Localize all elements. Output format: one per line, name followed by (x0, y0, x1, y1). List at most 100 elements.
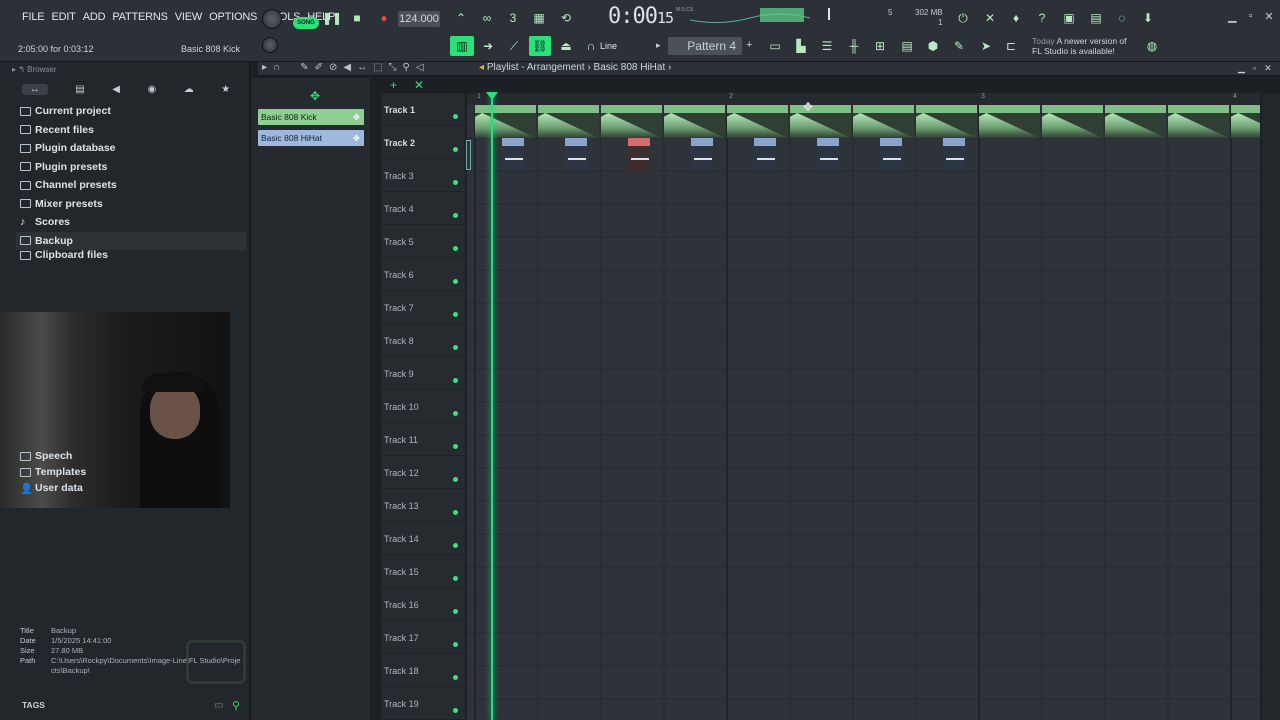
track-header[interactable]: Track 8 (381, 324, 465, 357)
paint-tool-icon[interactable]: ✐ (315, 62, 323, 73)
track-header-add-icon[interactable]: + (390, 78, 397, 92)
playlist-minimize-icon[interactable]: ▁ (1238, 63, 1245, 74)
tab-project-icon[interactable]: ▤ (75, 84, 84, 95)
tempo-display[interactable]: 124.000 (398, 11, 440, 27)
track-header[interactable]: Track 13 (381, 489, 465, 522)
stamp-icon[interactable]: ⏏ (555, 36, 577, 56)
track-header[interactable]: Track 16 (381, 588, 465, 621)
browser-item-scores[interactable]: ♪ Scores (20, 213, 246, 232)
kick-clip[interactable]: Basic...Kick (1042, 105, 1103, 138)
kick-clip[interactable]: Basic...Kick (727, 105, 788, 138)
tab-current-icon[interactable]: ◀ (112, 84, 120, 95)
track-mute-led[interactable] (453, 114, 458, 119)
track-header[interactable]: Track 2 (381, 126, 465, 159)
kick-clip[interactable]: Basic...Kick (601, 105, 662, 138)
browser-item-templates[interactable]: Templates (20, 464, 86, 480)
master-pitch-knob[interactable] (262, 37, 278, 53)
magnet-snap-icon[interactable]: ∩ (273, 62, 280, 73)
mixer-icon[interactable]: ╫ (843, 36, 865, 56)
tab-all-icon[interactable]: ↔ (21, 83, 48, 95)
menu-view[interactable]: VIEW (175, 11, 203, 23)
tab-favorites-icon[interactable]: ★ (221, 84, 230, 95)
chat-icon[interactable]: ◌ (1111, 8, 1133, 28)
folder-small-icon[interactable]: ▭ (214, 700, 223, 711)
link-icon[interactable]: ⛓ (529, 36, 551, 56)
track-mute-led[interactable] (453, 576, 458, 581)
track-mute-led[interactable] (453, 642, 458, 647)
browser-item-plugin-presets[interactable]: Plugin presets (20, 158, 246, 177)
kick-clip[interactable]: Basic...Kick (853, 105, 914, 138)
playlist-maximize-icon[interactable]: ▫ (1253, 63, 1256, 74)
arrow-right-icon[interactable]: ➜ (477, 36, 499, 56)
track-mute-led[interactable] (453, 279, 458, 284)
pattern-item-hihat[interactable]: Basic 808 HiHat ✥ (258, 130, 364, 146)
track-header[interactable]: Track 12 (381, 456, 465, 489)
playlist-close-icon[interactable]: ✕ (1264, 63, 1272, 74)
piano-roll-icon[interactable]: ▙ (790, 36, 812, 56)
track-header-remove-icon[interactable]: ✕ (414, 78, 424, 92)
record-icon[interactable]: ● (373, 8, 395, 28)
menu-patterns[interactable]: PATTERNS (112, 11, 168, 23)
kick-clip[interactable]: Basic...Kick (1231, 105, 1260, 138)
track-mute-led[interactable] (453, 312, 458, 317)
track-header[interactable]: Track 6 (381, 258, 465, 291)
playlist-menu-arrow-icon[interactable]: ▸ (262, 62, 267, 73)
track-mute-led[interactable] (453, 147, 458, 152)
song-time-display[interactable]: 0:0015 (608, 4, 674, 29)
tempo-tapper-icon[interactable]: ➤ (975, 36, 997, 56)
snap-slide-icon[interactable]: ⟋ (503, 36, 525, 56)
select-tool-icon[interactable]: ⬚ (373, 62, 382, 73)
tools-icon[interactable]: ✕ (979, 8, 1001, 28)
draw-tool-icon[interactable]: ✎ (300, 62, 308, 73)
track-header[interactable]: Track 15 (381, 555, 465, 588)
slip-tool-icon[interactable]: ↔ (357, 62, 367, 73)
master-volume-knob[interactable] (262, 9, 282, 29)
menu-file[interactable]: FILE (22, 11, 45, 23)
hihat-clip[interactable] (817, 138, 839, 171)
plugin-picker-icon[interactable]: ⬢ (922, 36, 944, 56)
track-header[interactable]: Track 10 (381, 390, 465, 423)
track-header[interactable]: Track 19 (381, 687, 465, 720)
menu-edit[interactable]: EDIT (51, 11, 75, 23)
close-icon[interactable]: ✕ (1264, 10, 1273, 23)
zoom-tool-icon[interactable]: ⚲ (403, 62, 410, 73)
cart-icon[interactable]: ⊏ (1000, 36, 1022, 56)
help-icon[interactable]: ? (1031, 8, 1053, 28)
touch-controller-icon[interactable]: ✎ (948, 36, 970, 56)
pattern-prev-icon[interactable]: ▸ (656, 40, 661, 51)
track-header[interactable]: Track 7 (381, 291, 465, 324)
loop-record-icon[interactable]: ⟲ (555, 8, 577, 28)
minimize-icon[interactable]: ▁ (1228, 10, 1236, 23)
browser-item-backup[interactable]: Backup (16, 231, 246, 250)
search-icon[interactable]: ⚲ (232, 699, 240, 712)
update-globe-icon[interactable]: ◍ (1141, 36, 1163, 56)
magnet-icon[interactable]: ∩ (580, 36, 602, 56)
snap-mode-select[interactable]: Line (600, 41, 617, 51)
browser-item-recent-files[interactable]: Recent files (20, 121, 246, 140)
menu-options[interactable]: OPTIONS (209, 11, 257, 23)
hihat-clip[interactable] (880, 138, 902, 171)
pattern-song-toggle-icon[interactable]: ▥ (450, 36, 474, 56)
hihat-clip[interactable] (502, 138, 524, 171)
kick-clip[interactable]: Basic...Kick (664, 105, 725, 138)
mute-tool-icon[interactable]: ◀ (343, 62, 351, 73)
track-mute-led[interactable] (453, 675, 458, 680)
hihat-clip[interactable] (754, 138, 776, 171)
stop-icon[interactable]: ■ (346, 8, 368, 28)
track-mute-led[interactable] (453, 609, 458, 614)
kick-clip[interactable]: Basic...Kick (790, 105, 851, 138)
power-icon[interactable]: ⏻ (952, 8, 974, 28)
hihat-clip[interactable] (628, 138, 650, 171)
browser-item-speech[interactable]: Speech (20, 448, 86, 464)
song-mode-toggle[interactable]: SONG (293, 17, 319, 29)
playlist-icon[interactable]: ▭ (764, 36, 786, 56)
browser-item-user-data[interactable]: 👤 User data (20, 480, 86, 496)
browser-item-plugin-database[interactable]: Plugin database (20, 139, 246, 158)
track-header[interactable]: Track 3 (381, 159, 465, 192)
track-mute-led[interactable] (453, 213, 458, 218)
add-pattern-icon[interactable]: + (746, 39, 752, 51)
track-mute-led[interactable] (453, 477, 458, 482)
track-mute-led[interactable] (453, 345, 458, 350)
project-picker-icon[interactable]: ⊞ (869, 36, 891, 56)
hihat-clip[interactable] (691, 138, 713, 171)
